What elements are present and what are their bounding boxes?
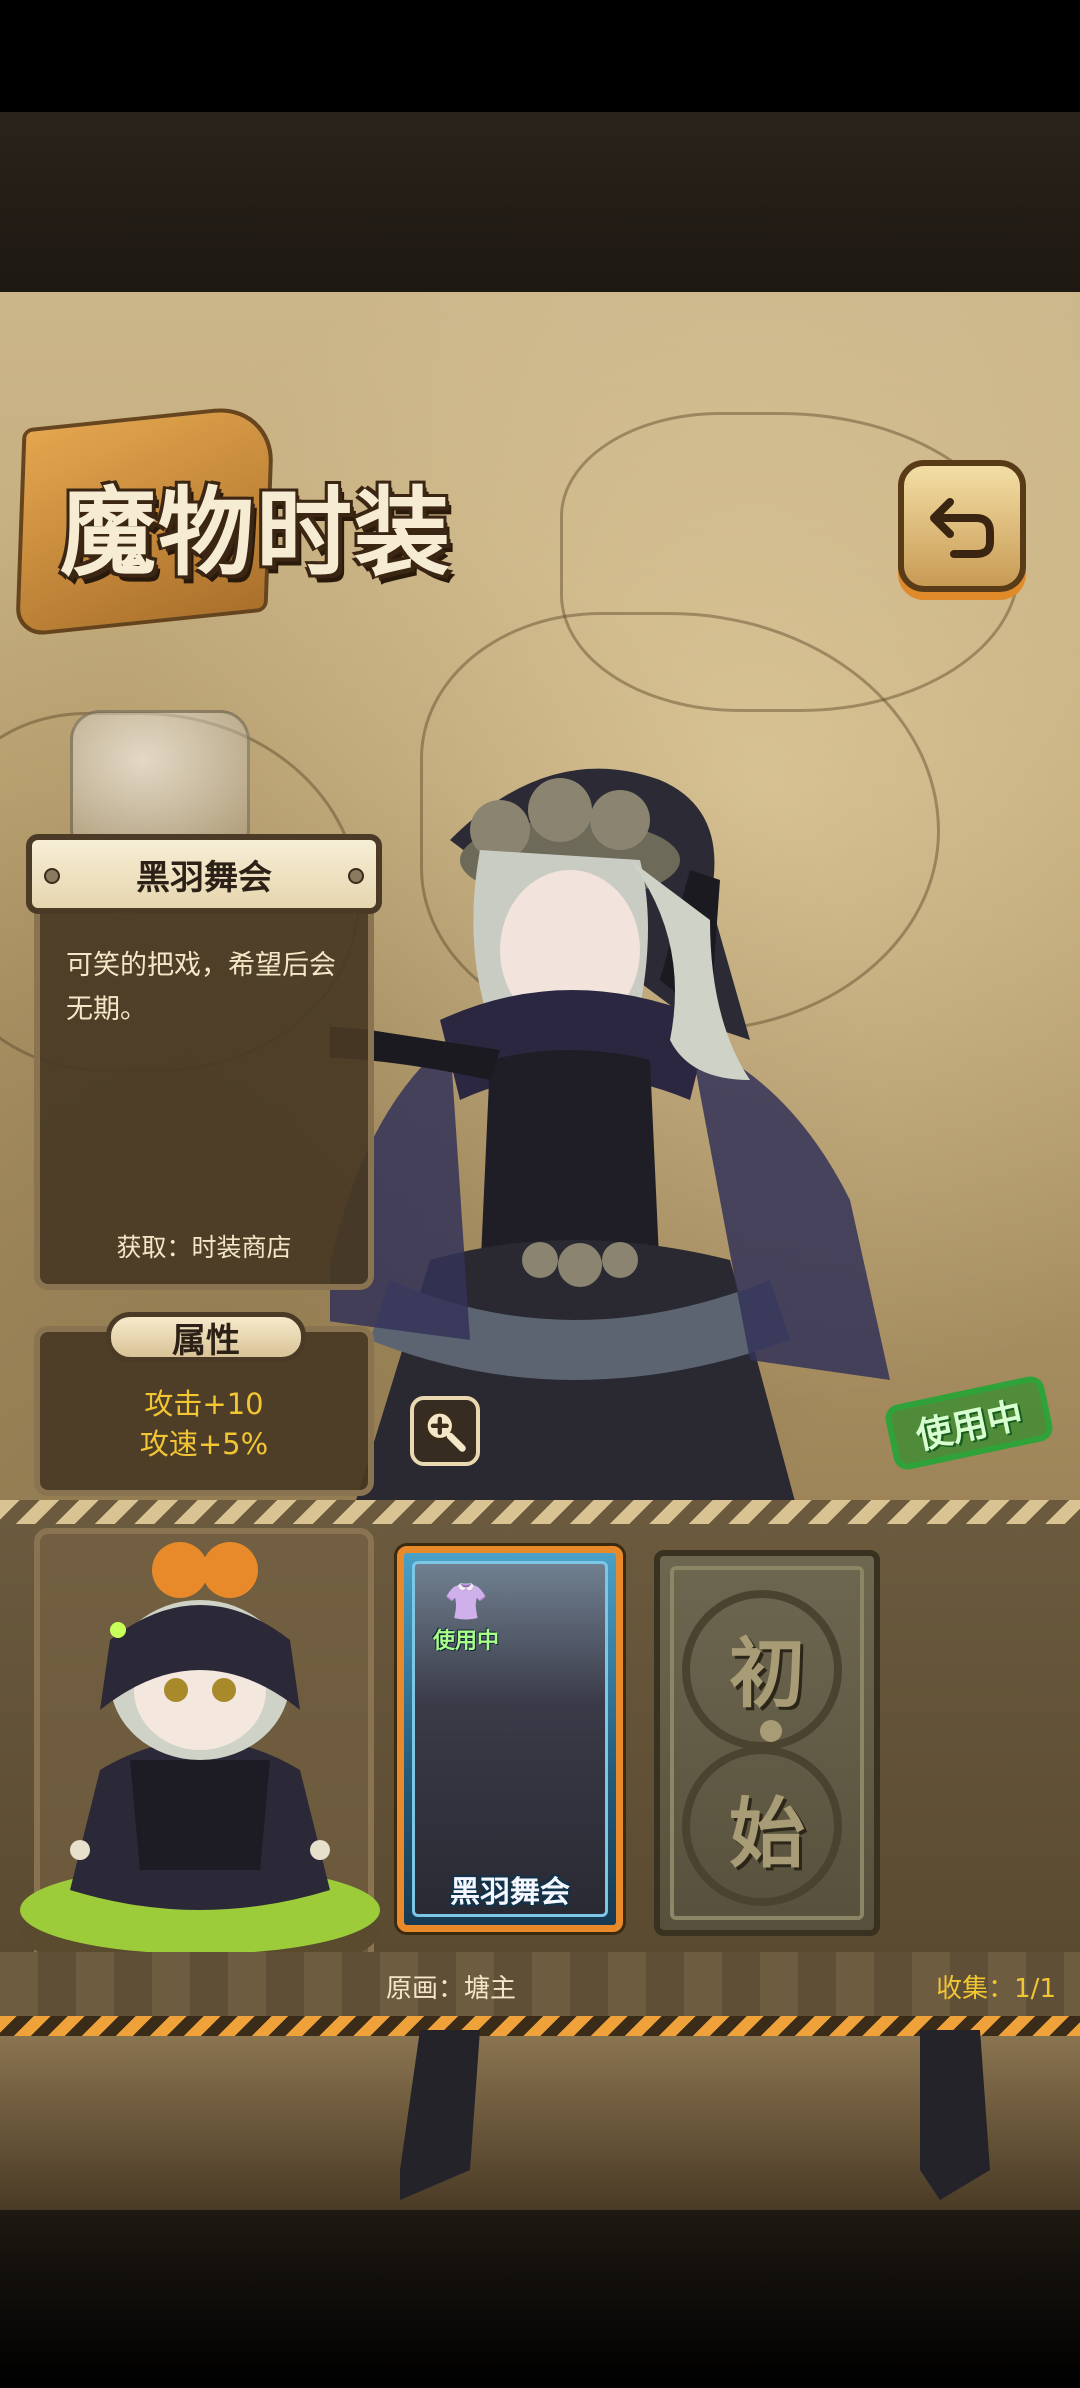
back-arrow-icon	[930, 498, 994, 558]
back-button[interactable]	[898, 460, 1026, 592]
outfit-name: 黑羽舞会	[136, 857, 272, 898]
outfit-card-default[interactable]: 初 始	[654, 1550, 880, 1936]
ink-bottle-decor	[70, 710, 250, 850]
bolt-icon	[348, 868, 364, 884]
attributes-list: 攻击+10 攻速+5%	[40, 1384, 368, 1464]
bottom-decor-band	[0, 2210, 1080, 2388]
card-in-use-badge: 👚 使用中	[418, 1583, 514, 1655]
card-glyph: 初	[729, 1629, 805, 1718]
obtain-source: 获取：时装商店	[116, 1233, 292, 1262]
attributes-panel: 属性 攻击+10 攻速+5%	[34, 1312, 374, 1496]
bolt-icon	[44, 868, 60, 884]
zoom-button[interactable]	[410, 1396, 480, 1466]
shirt-icon: 👚	[443, 1582, 489, 1623]
info-strip	[0, 1952, 1080, 2018]
attribute-line: 攻速+5%	[139, 1427, 269, 1461]
title-plate: 魔物时装	[15, 395, 520, 638]
attribute-line: 攻击+10	[144, 1387, 264, 1421]
chibi-character	[20, 1542, 380, 1980]
card-name: 黑羽舞会	[450, 1875, 570, 1910]
status-bar	[0, 0, 1080, 112]
card-dot	[760, 1720, 782, 1742]
attributes-tag: 属性	[106, 1312, 306, 1362]
outfit-name-plate: 黑羽舞会	[26, 834, 382, 914]
character-legs	[400, 2030, 990, 2200]
zoom-in-icon	[424, 1410, 466, 1452]
page-title: 魔物时装	[60, 476, 452, 589]
outfit-card-selected[interactable]: 👚 使用中 黑羽舞会	[397, 1546, 623, 1932]
outfit-description: 可笑的把戏，希望后会无期。	[66, 950, 336, 1025]
artist-credit: 原画：塘主	[386, 1974, 517, 2004]
collection-count: 收集：1/1	[936, 1974, 1056, 2004]
description-panel: 可笑的把戏，希望后会无期。 获取：时装商店	[34, 910, 374, 1290]
top-decor-band	[0, 112, 1080, 292]
card-glyph: 始	[729, 1789, 805, 1878]
card-status: 使用中	[432, 1629, 499, 1654]
